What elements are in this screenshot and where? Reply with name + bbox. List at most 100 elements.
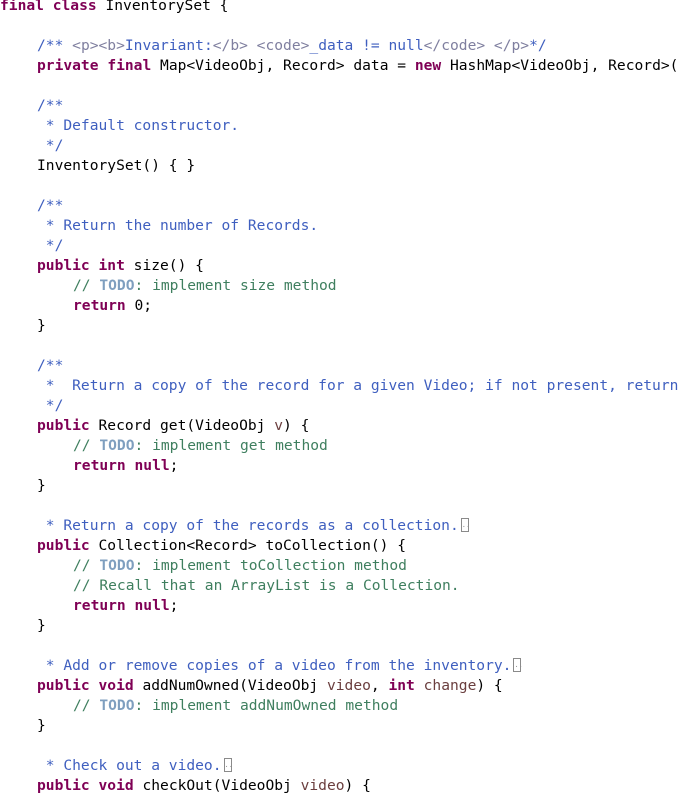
javadoc-tag-token: </code> </p> <box>423 37 530 54</box>
code-line[interactable]: public void addNumOwned(VideoObj video, … <box>0 676 688 696</box>
code-line[interactable]: * Add or remove copies of a video from t… <box>0 656 688 676</box>
keyword-token: null <box>134 457 170 474</box>
javadoc-token: * Return a copy of the record for a give… <box>37 377 688 394</box>
code-line[interactable] <box>0 336 688 356</box>
folded-comment-icon[interactable] <box>223 758 233 772</box>
code-line[interactable]: * Return a copy of the records as a coll… <box>0 516 688 536</box>
code-token: ) { <box>283 417 310 434</box>
javadoc-token: /** <box>37 37 73 54</box>
folded-comment-icon[interactable] <box>460 518 470 532</box>
keyword-token: final <box>0 0 44 14</box>
code-line[interactable]: // TODO: implement size method <box>0 276 688 296</box>
comment-token: // <box>73 277 100 294</box>
javadoc-token: * Add or remove copies of a video from t… <box>37 657 512 674</box>
comment-token: // Recall that an ArrayList is a Collect… <box>73 577 460 594</box>
code-line[interactable]: } <box>0 476 688 496</box>
parameter-token: video <box>326 677 371 694</box>
code-line[interactable]: public void checkOut(VideoObj video) { <box>0 776 688 796</box>
code-line[interactable]: /** <box>0 196 688 216</box>
code-line[interactable]: return 0; <box>0 296 688 316</box>
javadoc-token: * Return the number of Records. <box>37 217 319 234</box>
code-token: InventorySet { <box>96 0 229 14</box>
javadoc-tag-token: <p><b> <box>72 37 125 54</box>
code-line[interactable]: } <box>0 616 688 636</box>
keyword-token: final <box>107 57 152 74</box>
code-token: Record get(VideoObj <box>89 417 275 434</box>
comment-token: : implement size method <box>134 277 337 294</box>
javadoc-token: /** <box>37 357 64 374</box>
code-line[interactable]: // TODO: implement addNumOwned method <box>0 696 688 716</box>
code-line[interactable] <box>0 176 688 196</box>
code-line[interactable]: * Check out a video. <box>0 756 688 776</box>
code-line[interactable]: /** <box>0 356 688 376</box>
keyword-token: null <box>134 597 170 614</box>
javadoc-token: */ <box>37 397 64 414</box>
code-line[interactable]: * Return a copy of the record for a give… <box>0 376 688 396</box>
code-line[interactable] <box>0 496 688 516</box>
folded-comment-icon[interactable] <box>513 658 523 672</box>
keyword-token: class <box>52 0 97 14</box>
code-line[interactable]: */ <box>0 236 688 256</box>
code-token: 0; <box>125 297 153 314</box>
comment-token: // <box>73 437 100 454</box>
keyword-token: return <box>73 297 126 314</box>
javadoc-token: * Return a copy of the records as a coll… <box>37 517 459 534</box>
keyword-token: return <box>73 457 126 474</box>
code-line[interactable]: */ <box>0 396 688 416</box>
code-token: } <box>37 317 46 334</box>
code-line[interactable] <box>0 76 688 96</box>
parameter-token: video <box>300 777 345 794</box>
code-editor[interactable]: final class InventorySet { /** <p><b>Inva… <box>0 0 688 796</box>
comment-token: // <box>73 557 100 574</box>
code-line[interactable]: } <box>0 716 688 736</box>
keyword-token: new <box>414 57 442 74</box>
code-token: ; <box>169 457 179 474</box>
code-token: Map<VideoObj, Record> data = <box>151 57 415 74</box>
code-token: addNumOwned(VideoObj <box>133 677 327 694</box>
javadoc-token: * Check out a video. <box>37 757 222 774</box>
code-line[interactable] <box>0 636 688 656</box>
javadoc-token: */ <box>529 37 547 54</box>
keyword-token: public <box>37 537 90 554</box>
comment-token: : implement get method <box>134 437 328 454</box>
javadoc-token: * Default constructor. <box>37 117 240 134</box>
code-line[interactable]: return null; <box>0 456 688 476</box>
keyword-token: void <box>98 677 134 694</box>
code-token: ; <box>169 597 179 614</box>
code-line[interactable]: /** <p><b>Invariant:</b> <code>_data != … <box>0 36 688 56</box>
keyword-token: public <box>37 777 90 794</box>
code-line[interactable]: // TODO: implement get method <box>0 436 688 456</box>
code-line[interactable]: public Collection<Record> toCollection()… <box>0 536 688 556</box>
code-line[interactable]: InventorySet() { } <box>0 156 688 176</box>
javadoc-token: _data != null <box>309 37 424 54</box>
code-line[interactable]: * Return the number of Records. <box>0 216 688 236</box>
javadoc-token: */ <box>37 237 64 254</box>
code-line[interactable]: */ <box>0 136 688 156</box>
code-line[interactable] <box>0 16 688 36</box>
code-line[interactable]: // TODO: implement toCollection method <box>0 556 688 576</box>
code-line[interactable]: // Recall that an ArrayList is a Collect… <box>0 576 688 596</box>
keyword-token: return <box>73 597 126 614</box>
code-line[interactable]: final class InventorySet { <box>0 0 688 16</box>
code-line[interactable]: } <box>0 316 688 336</box>
code-line[interactable]: private final Map<VideoObj, Record> data… <box>0 56 688 76</box>
comment-token: // <box>73 697 100 714</box>
code-line[interactable]: * Default constructor. <box>0 116 688 136</box>
code-token: checkOut(VideoObj <box>133 777 301 794</box>
code-line[interactable]: public int size() { <box>0 256 688 276</box>
code-token: ) { <box>344 777 371 794</box>
code-token: } <box>37 617 46 634</box>
parameter-token: v <box>274 417 284 434</box>
code-line[interactable]: public Record get(VideoObj v) { <box>0 416 688 436</box>
code-token: Collection<Record> toCollection() { <box>89 537 407 554</box>
code-line[interactable] <box>0 736 688 756</box>
keyword-token: public <box>37 417 90 434</box>
javadoc-token: /** <box>37 197 64 214</box>
code-token: } <box>37 717 46 734</box>
code-line[interactable]: return null; <box>0 596 688 616</box>
code-line[interactable]: /** <box>0 96 688 116</box>
parameter-token: change <box>423 677 477 694</box>
code-token: ) { <box>476 677 503 694</box>
